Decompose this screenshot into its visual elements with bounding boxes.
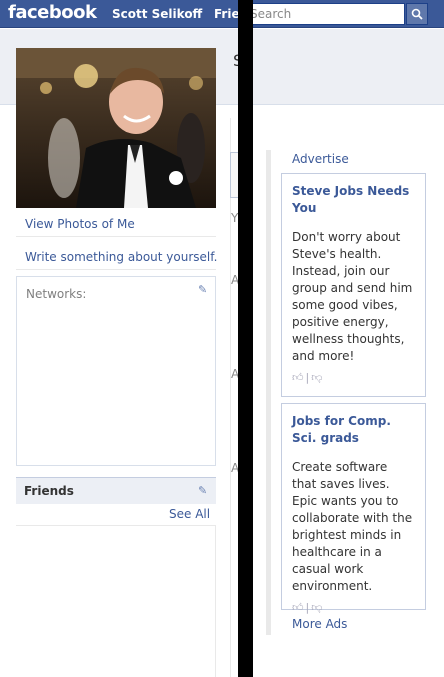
view-photos-link[interactable]: View Photos of Me [25, 217, 135, 231]
pencil-edit-icon[interactable]: ✎ [198, 283, 207, 296]
ads-rail [266, 150, 271, 635]
profile-name-link[interactable]: Scott Selikoff [112, 7, 202, 21]
ad-body: Create software that saves lives. Epic w… [292, 460, 413, 593]
pencil-edit-icon[interactable]: ✎ [198, 484, 207, 497]
search-icon [411, 8, 423, 20]
facebook-logo[interactable]: facebook [8, 2, 97, 23]
search-input[interactable]: Search [245, 3, 405, 25]
divider [16, 269, 216, 270]
friends-title: Friends [24, 484, 74, 498]
ad-card[interactable]: Jobs for Comp. Sci. grads Create softwar… [281, 403, 426, 614]
ad-title-link[interactable]: Steve Jobs Needs You [292, 183, 415, 217]
column-border [215, 525, 216, 677]
friends-nav-link[interactable]: Frie [214, 7, 240, 21]
networks-label: Networks: [26, 287, 87, 301]
ad-feedback: 👍︎ | 👎︎ [292, 601, 415, 614]
search-button[interactable] [406, 3, 428, 25]
top-navigation-bar: facebook Scott Selikoff Frie Search [0, 0, 444, 28]
profile-photo[interactable] [16, 48, 216, 208]
ad-body: Don't worry about Steve's health. Instea… [292, 230, 413, 363]
separator: | [305, 601, 310, 614]
thumbs-up-icon[interactable]: 👍︎ [292, 601, 304, 614]
see-all-friends-link[interactable]: See All [169, 507, 210, 521]
ad-card[interactable]: Steve Jobs Needs You Don't worry about S… [281, 173, 426, 397]
search-placeholder: Search [250, 7, 292, 21]
black-redaction-bar [238, 0, 253, 677]
friends-section-header: Friends ✎ [16, 477, 216, 504]
thumbs-down-icon[interactable]: 👎︎ [311, 371, 322, 384]
separator: | [305, 371, 310, 384]
ad-feedback: 👍︎ | 👎︎ [292, 371, 415, 384]
divider [16, 236, 216, 237]
thumbs-up-icon[interactable]: 👍︎ [292, 371, 304, 384]
thumbs-down-icon[interactable]: 👎︎ [311, 601, 322, 614]
networks-box: Networks: ✎ [16, 276, 216, 466]
write-about-yourself-link[interactable]: Write something about yourself. [25, 250, 217, 264]
more-ads-link[interactable]: More Ads [292, 617, 347, 631]
divider [16, 525, 216, 526]
ad-title-link[interactable]: Jobs for Comp. Sci. grads [292, 413, 415, 447]
advertise-link[interactable]: Advertise [292, 152, 349, 166]
column-border [230, 118, 231, 677]
